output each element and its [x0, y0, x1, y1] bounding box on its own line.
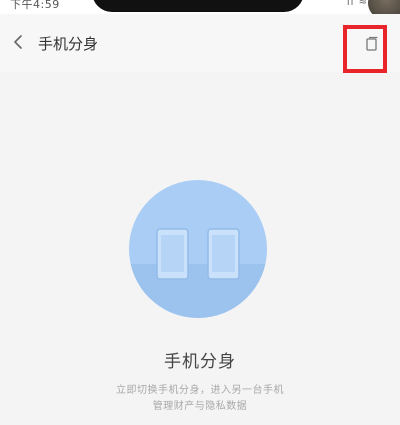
feature-description-line1: 立即切换手机分身，进入另一台手机: [116, 385, 284, 396]
camera-notch: [92, 0, 304, 12]
status-time: 下午4:59: [10, 0, 60, 11]
back-button[interactable]: [6, 28, 32, 56]
chevron-left-icon: [14, 35, 22, 49]
dual-phone-icon: [129, 228, 267, 318]
clone-button[interactable]: [363, 35, 381, 53]
clone-icon: [366, 36, 378, 51]
feature-description-line2: 管理财产与隐私数据: [152, 401, 248, 412]
signal-wifi-icon: ıl ≈: [346, 0, 368, 8]
hero-illustration: [129, 180, 267, 318]
feature-title: 手机分身: [164, 352, 236, 372]
status-bar: 下午4:59 ıl ≈: [0, 0, 400, 22]
screen: 下午4:59 ıl ≈ 手机分身 手机分身 立即切换手机分身，进入另一台手机 管…: [0, 0, 400, 425]
header: 手机分身: [0, 14, 400, 72]
page-title: 手机分身: [38, 35, 99, 53]
